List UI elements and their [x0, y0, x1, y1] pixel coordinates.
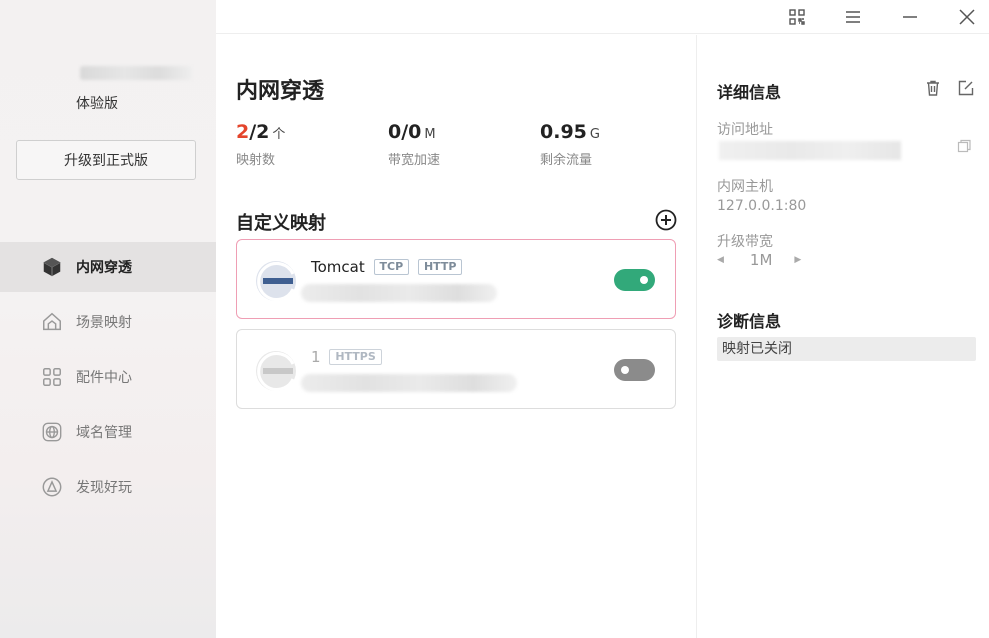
increase-arrow-icon[interactable]: ▶ [794, 255, 801, 265]
sidebar-item-label: 域名管理 [76, 425, 132, 441]
stat-value: 0/0 M [388, 121, 436, 143]
stat-label: 剩余流量 [540, 153, 593, 168]
section-title: 自定义映射 [236, 213, 326, 234]
stat-value: 0.95 G [540, 121, 600, 143]
bandwidth-value: 1M [749, 251, 773, 269]
sidebar-item-scene[interactable]: 场景映射 [0, 297, 216, 347]
sidebar-item-label: 场景映射 [76, 315, 132, 331]
sidebar-item-accessories[interactable]: 配件中心 [0, 352, 216, 402]
sidebar-item-intranet[interactable]: 内网穿透 [0, 242, 216, 292]
page-title: 内网穿透 [236, 79, 325, 104]
minimize-icon[interactable] [897, 4, 923, 30]
close-icon[interactable] [954, 4, 980, 30]
stat-mappings: 2/2 个 映射数 [236, 121, 285, 168]
detail-panel: 详细信息 访问地址 内网主机 127.0.0.1:80 升级带宽 ◀ 1M ▶ … [697, 35, 989, 638]
qrcode-icon[interactable] [784, 4, 810, 30]
sidebar-item-label: 配件中心 [76, 370, 132, 386]
protocol-tag: HTTPS [329, 349, 382, 365]
diagnosis-message: 映射已关闭 [717, 337, 976, 361]
sidebar-item-label: 发现好玩 [76, 480, 132, 496]
mapping-name: Tomcat TCP HTTP [311, 258, 463, 276]
cube-icon [40, 255, 64, 279]
sidebar-nav: 内网穿透 场景映射 配件中心 域名管理 发现好玩 [0, 242, 216, 517]
mapping-toggle[interactable] [614, 269, 655, 291]
copy-icon[interactable] [956, 138, 972, 154]
delete-icon[interactable] [924, 79, 942, 97]
address-label: 访问地址 [717, 122, 773, 138]
mapping-card[interactable]: Tomcat TCP HTTP [236, 239, 676, 319]
diagnosis-title: 诊断信息 [717, 312, 782, 331]
stat-label: 映射数 [236, 153, 276, 168]
globe-icon [40, 420, 64, 444]
sidebar-item-discover[interactable]: 发现好玩 [0, 462, 216, 512]
main-panel: 内网穿透 2/2 个 映射数 0/0 M 带宽加速 0.95 G 剩余流量 自定义映射… [216, 35, 696, 638]
protocol-tag: TCP [373, 259, 410, 275]
menu-icon[interactable] [840, 4, 866, 30]
edition-label: 体验版 [76, 96, 118, 112]
stat-label: 带宽加速 [388, 153, 441, 168]
tomcat-logo-icon [256, 261, 296, 301]
mapping-address-redacted [301, 284, 497, 302]
edit-icon[interactable] [957, 79, 975, 97]
decrease-arrow-icon[interactable]: ◀ [717, 255, 724, 265]
title-bar [216, 0, 989, 34]
stat-value: 2/2 个 [236, 121, 286, 143]
sidebar: 体验版 升级到正式版 内网穿透 场景映射 配件中心 域名管理 发现好玩 [0, 0, 216, 638]
mapping-toggle[interactable] [614, 359, 655, 381]
host-label: 内网主机 [717, 179, 773, 195]
bandwidth-stepper: ◀ 1M ▶ [717, 251, 801, 269]
house-icon [40, 310, 64, 334]
upgrade-button[interactable]: 升级到正式版 [16, 140, 196, 180]
protocol-tag: HTTP [417, 259, 463, 275]
sidebar-item-domains[interactable]: 域名管理 [0, 407, 216, 457]
sidebar-item-label: 内网穿透 [76, 260, 132, 276]
stat-traffic: 0.95 G 剩余流量 [540, 121, 600, 168]
mapping-card[interactable]: 1 HTTPS [236, 329, 676, 409]
add-mapping-icon[interactable] [655, 209, 677, 231]
address-value-redacted [719, 141, 901, 160]
host-value: 127.0.0.1:80 [717, 198, 807, 214]
detail-title: 详细信息 [717, 83, 782, 102]
bandwidth-label: 升级带宽 [717, 234, 773, 250]
discover-icon [40, 475, 64, 499]
mapping-name: 1 HTTPS [311, 348, 382, 366]
mapping-logo-icon [256, 351, 296, 391]
mapping-address-redacted [301, 374, 517, 392]
stat-bandwidth: 0/0 M 带宽加速 [388, 121, 440, 168]
account-name-redacted [80, 66, 192, 80]
grid-icon [40, 365, 64, 389]
